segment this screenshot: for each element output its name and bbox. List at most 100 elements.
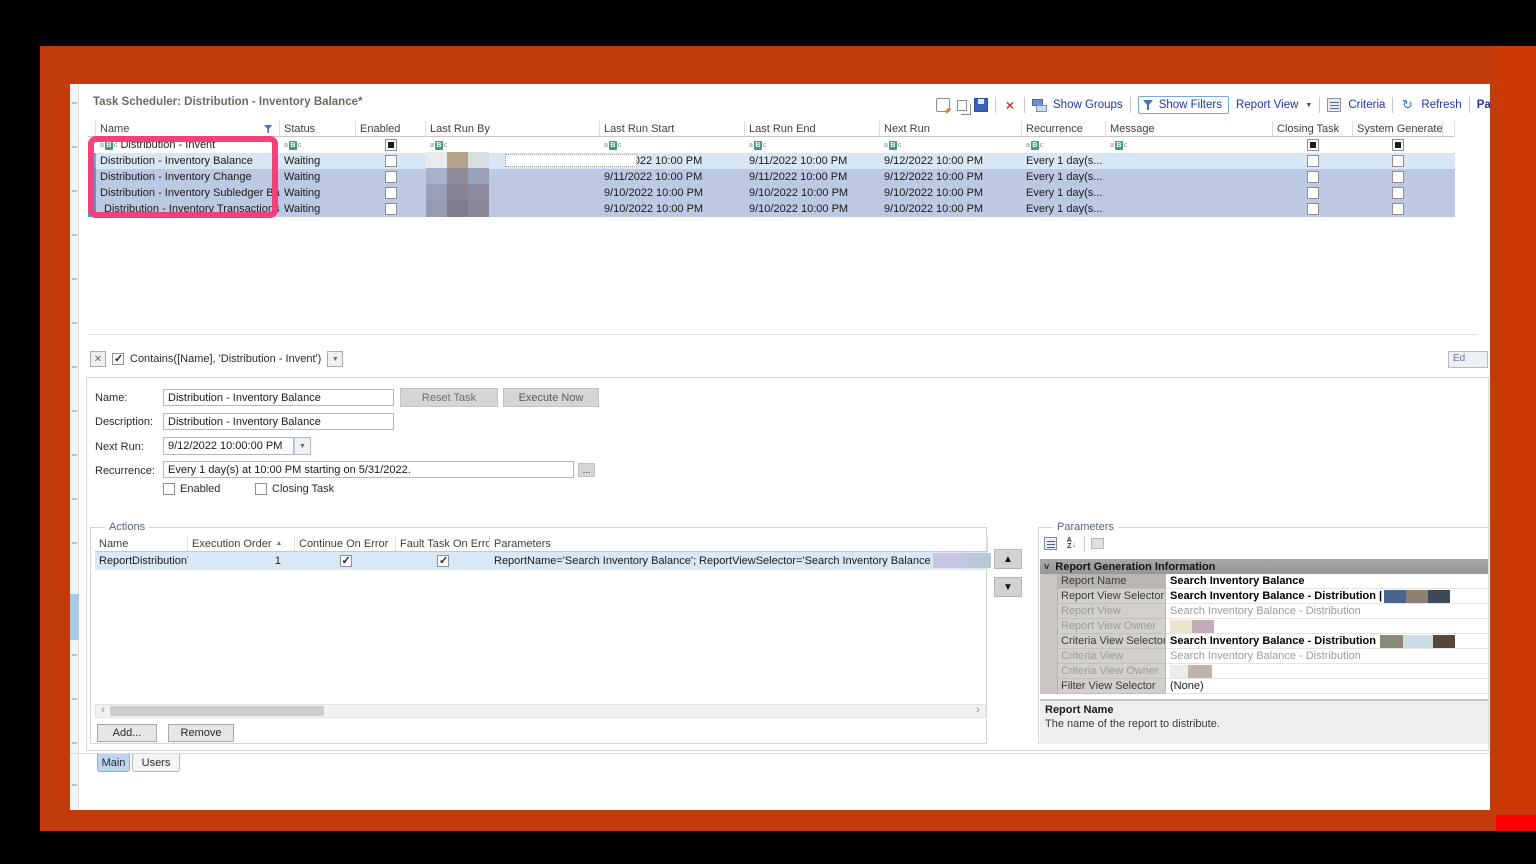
column-header-message[interactable]: Message	[1106, 121, 1273, 137]
next-run-field[interactable]: 9/12/2022 10:00:00 PM	[163, 437, 294, 455]
property-row[interactable]: Criteria View Search Inventory Balance -…	[1040, 649, 1488, 664]
scroll-left-arrow[interactable]: ‹	[96, 705, 110, 717]
enabled-checkbox[interactable]	[385, 203, 397, 215]
show-filters-button[interactable]: Show Filters	[1138, 96, 1229, 114]
collapse-chevron-icon[interactable]: ˅	[1044, 562, 1049, 572]
property-row[interactable]: Report Name Search Inventory Balance	[1040, 574, 1488, 589]
name-field[interactable]: Distribution - Inventory Balance	[163, 389, 394, 406]
close-filter-button[interactable]: ✕	[90, 351, 106, 367]
next-run-dropdown-button[interactable]: ▼	[294, 437, 311, 455]
toolbar-separator	[995, 97, 996, 113]
criteria-icon[interactable]	[1327, 98, 1341, 112]
system-generated-checkbox[interactable]	[1392, 203, 1404, 215]
property-row[interactable]: Criteria View Owner	[1040, 664, 1488, 679]
column-header-recurrence[interactable]: Recurrence	[1022, 121, 1106, 137]
property-row[interactable]: Report View Owner	[1040, 619, 1488, 634]
delete-icon[interactable]: ×	[1003, 98, 1017, 112]
table-row[interactable]: Distribution - Inventory Subledger Bal..…	[88, 185, 1455, 201]
chevron-down-icon[interactable]: ▼	[1305, 102, 1312, 109]
progress-bar-accent	[1496, 815, 1536, 831]
filter-dropdown-button[interactable]: ▼	[327, 351, 343, 367]
collapsed-panel-strip[interactable]	[70, 84, 79, 810]
recurrence-label: Recurrence:	[95, 465, 155, 477]
actions-column-name[interactable]: Name	[95, 536, 188, 551]
enabled-checkbox[interactable]	[163, 483, 175, 495]
property-row[interactable]: Report View Selector Search Inventory Ba…	[1040, 589, 1488, 604]
show-groups-button[interactable]: Show Groups	[1053, 99, 1123, 111]
panel-splitter[interactable]	[88, 334, 1478, 335]
system-generated-checkbox[interactable]	[1392, 171, 1404, 183]
closing-task-checkbox[interactable]	[1307, 187, 1319, 199]
column-header-enabled[interactable]: Enabled	[356, 121, 426, 137]
focused-cell-editor[interactable]	[505, 154, 637, 167]
closing-task-checkbox[interactable]	[1307, 171, 1319, 183]
criteria-button[interactable]: Criteria	[1348, 99, 1385, 111]
system-generated-checkbox[interactable]	[1392, 187, 1404, 199]
property-row[interactable]: Criteria View Selector Search Inventory …	[1040, 634, 1488, 649]
property-row[interactable]: Report View Search Inventory Balance - D…	[1040, 604, 1488, 619]
main-toolbar: × Show Groups Show Filters Report View ▼…	[936, 94, 1490, 116]
remove-button[interactable]: Remove	[168, 724, 234, 742]
column-header-system-generated[interactable]: System Generated	[1353, 121, 1443, 137]
reset-task-button[interactable]: Reset Task	[400, 388, 498, 407]
system-generated-filter-checkbox[interactable]	[1392, 139, 1404, 151]
continue-on-error-checkbox[interactable]	[340, 555, 352, 567]
refresh-icon[interactable]: ↻	[1400, 98, 1414, 112]
table-row[interactable]: Distribution - Inventory Transactions Wa…	[88, 201, 1455, 217]
move-up-button[interactable]: ▲	[994, 549, 1022, 569]
fault-task-on-error-checkbox[interactable]	[437, 555, 449, 567]
filter-active-checkbox[interactable]	[112, 353, 124, 365]
panel-act-button[interactable]: Panel Act	[1477, 99, 1490, 111]
grid-filter-row[interactable]: aBc Distribution - Invent aBc aBc aBc aB…	[88, 137, 1455, 153]
column-header-next-run[interactable]: Next Run	[880, 121, 1022, 137]
column-header-name[interactable]: Name	[96, 121, 280, 137]
column-header-status[interactable]: Status	[280, 121, 356, 137]
actions-horizontal-scrollbar[interactable]: ‹ ›	[95, 704, 986, 718]
scrollbar-thumb[interactable]	[110, 706, 324, 716]
active-filter-icon[interactable]	[264, 124, 274, 134]
report-view-dropdown[interactable]: Report View	[1236, 99, 1298, 111]
categorized-view-icon[interactable]	[1042, 535, 1059, 552]
description-field[interactable]: Distribution - Inventory Balance	[163, 413, 394, 430]
scroll-right-arrow[interactable]: ›	[971, 705, 985, 717]
actions-column-fault-task-on-error[interactable]: Fault Task On Error	[396, 536, 490, 551]
actions-column-continue-on-error[interactable]: Continue On Error	[295, 536, 396, 551]
refresh-button[interactable]: Refresh	[1421, 99, 1461, 111]
sort-az-icon[interactable]: AZ↓	[1063, 535, 1080, 552]
move-down-button[interactable]: ▼	[994, 577, 1022, 597]
column-header-closing-task[interactable]: Closing Task	[1273, 121, 1353, 137]
add-button[interactable]: Add...	[97, 724, 157, 742]
enabled-checkbox[interactable]	[385, 187, 397, 199]
enabled-checkbox[interactable]	[385, 155, 397, 167]
page-title: Task Scheduler: Distribution - Inventory…	[93, 96, 362, 108]
closing-task-checkbox[interactable]	[1307, 155, 1319, 167]
closing-task-checkbox[interactable]	[255, 483, 267, 495]
tab-users[interactable]: Users	[132, 754, 180, 772]
recurrence-field[interactable]: Every 1 day(s) at 10:00 PM starting on 5…	[163, 461, 574, 478]
actions-column-execution-order[interactable]: Execution Order▲	[188, 536, 295, 551]
column-header-last-run-end[interactable]: Last Run End	[745, 121, 880, 137]
tab-main[interactable]: Main	[97, 754, 130, 772]
edit-filter-button[interactable]: Ed	[1448, 351, 1488, 368]
enabled-filter-checkbox[interactable]	[385, 139, 397, 151]
closing-task-checkbox[interactable]	[1307, 203, 1319, 215]
table-row[interactable]: Distribution - Inventory Change Waiting …	[88, 169, 1455, 185]
redacted-value	[1406, 590, 1428, 603]
table-row[interactable]: Distribution - Inventory Balance Waiting…	[88, 153, 1455, 169]
show-groups-icon[interactable]	[1032, 98, 1046, 112]
execute-now-button[interactable]: Execute Now	[503, 388, 599, 407]
closing-task-filter-checkbox[interactable]	[1307, 139, 1319, 151]
column-header-last-run-by[interactable]: Last Run By	[426, 121, 600, 137]
property-category-header[interactable]: ˅ Report Generation Information	[1040, 559, 1488, 574]
recurrence-ellipsis-button[interactable]: ...	[578, 463, 595, 477]
column-header-last-run-start[interactable]: Last Run Start	[600, 121, 745, 137]
property-row[interactable]: Filter View Selector (None)	[1040, 679, 1488, 694]
save-icon[interactable]	[974, 98, 988, 112]
copy-icon[interactable]	[957, 100, 967, 111]
enabled-checkbox[interactable]	[385, 171, 397, 183]
actions-column-parameters[interactable]: Parameters	[490, 536, 988, 551]
action-row[interactable]: ReportDistributionTask 1 ReportName='Sea…	[95, 552, 988, 570]
new-task-icon[interactable]	[936, 98, 950, 112]
grid-header-row: Name Status Enabled Last Run By Last Run…	[88, 121, 1455, 137]
system-generated-checkbox[interactable]	[1392, 155, 1404, 167]
